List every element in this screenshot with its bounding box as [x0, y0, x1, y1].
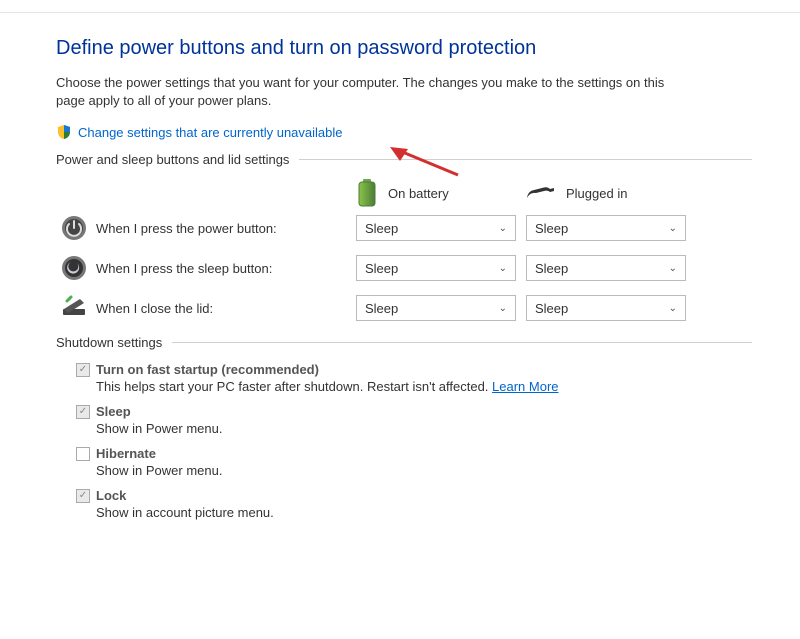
sleep-button-plugged-in-select[interactable]: Sleep ⌄: [526, 255, 686, 281]
chevron-down-icon: ⌄: [499, 263, 507, 274]
change-unavailable-settings-link[interactable]: Change settings that are currently unava…: [78, 125, 343, 140]
close-lid-icon: [56, 295, 92, 321]
hibernate-checkbox[interactable]: [76, 447, 90, 461]
sleep-button-on-battery-select[interactable]: Sleep ⌄: [356, 255, 516, 281]
ac-plug-icon: [526, 184, 556, 202]
lock-title: Lock: [96, 488, 126, 503]
page-description: Choose the power settings that you want …: [56, 74, 696, 110]
close-lid-label: When I close the lid:: [92, 301, 356, 316]
chevron-down-icon: ⌄: [499, 303, 507, 314]
close-lid-plugged-in-select[interactable]: Sleep ⌄: [526, 295, 686, 321]
select-value: Sleep: [535, 301, 568, 316]
sleep-desc: Show in Power menu.: [96, 421, 752, 436]
power-button-plugged-in-select[interactable]: Sleep ⌄: [526, 215, 686, 241]
fast-startup-desc: This helps start your PC faster after sh…: [96, 379, 492, 394]
divider: [299, 159, 752, 160]
shutdown-settings-header: Shutdown settings: [56, 335, 162, 350]
chevron-down-icon: ⌄: [669, 303, 677, 314]
sleep-button-label: When I press the sleep button:: [92, 261, 356, 276]
fast-startup-title: Turn on fast startup (recommended): [96, 362, 319, 377]
divider: [172, 342, 752, 343]
plugged-in-column-label: Plugged in: [566, 186, 627, 201]
page-title: Define power buttons and turn on passwor…: [56, 37, 752, 60]
power-button-on-battery-select[interactable]: Sleep ⌄: [356, 215, 516, 241]
sleep-title: Sleep: [96, 404, 131, 419]
fast-startup-checkbox[interactable]: [76, 363, 90, 377]
power-button-icon: [56, 215, 92, 241]
chevron-down-icon: ⌄: [669, 223, 677, 234]
select-value: Sleep: [365, 261, 398, 276]
learn-more-link[interactable]: Learn More: [492, 379, 558, 394]
hibernate-title: Hibernate: [96, 446, 156, 461]
chevron-down-icon: ⌄: [499, 223, 507, 234]
select-value: Sleep: [535, 221, 568, 236]
hibernate-desc: Show in Power menu.: [96, 463, 752, 478]
select-value: Sleep: [365, 301, 398, 316]
select-value: Sleep: [535, 261, 568, 276]
lock-checkbox[interactable]: [76, 489, 90, 503]
sleep-button-icon: [56, 255, 92, 281]
sleep-checkbox[interactable]: [76, 405, 90, 419]
on-battery-column-label: On battery: [388, 186, 449, 201]
select-value: Sleep: [365, 221, 398, 236]
chevron-down-icon: ⌄: [669, 263, 677, 274]
uac-shield-icon: [56, 124, 72, 140]
power-button-label: When I press the power button:: [92, 221, 356, 236]
lock-desc: Show in account picture menu.: [96, 505, 752, 520]
close-lid-on-battery-select[interactable]: Sleep ⌄: [356, 295, 516, 321]
buttons-lid-group-header: Power and sleep buttons and lid settings: [56, 152, 289, 167]
battery-icon: [356, 179, 378, 207]
